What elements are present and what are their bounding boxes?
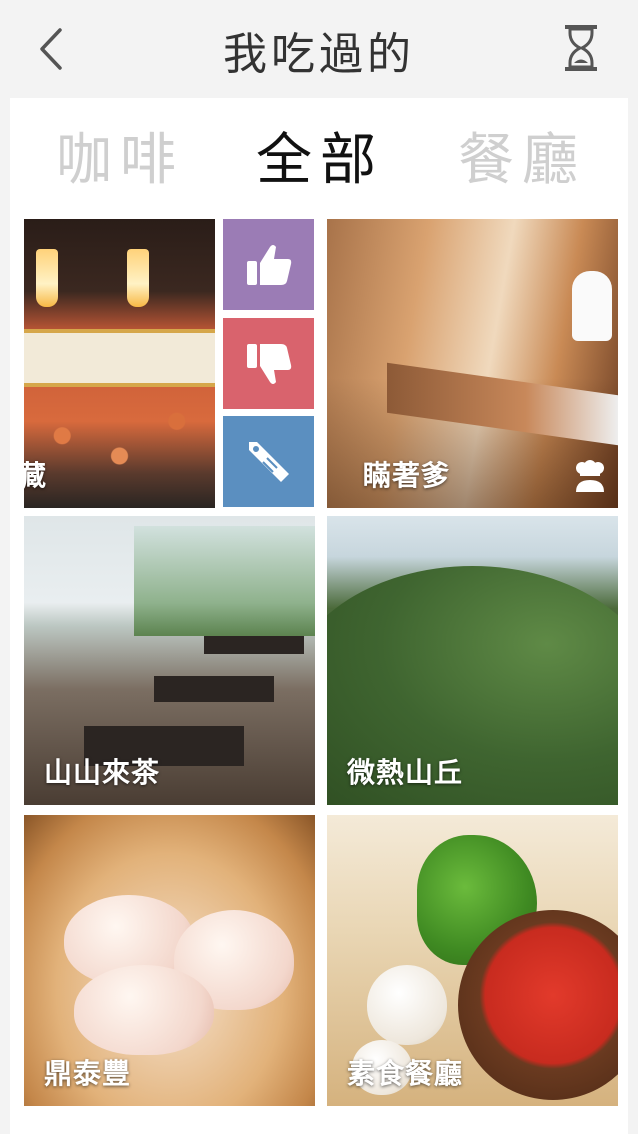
- restaurant-tile[interactable]: 瞞著爹: [327, 219, 618, 508]
- dislike-button[interactable]: [223, 318, 314, 409]
- tab-restaurant[interactable]: 餐廳: [458, 126, 586, 196]
- header-bar: 我吃過的: [0, 0, 638, 98]
- tag-icon: [248, 441, 289, 482]
- thumbs-up-icon: [246, 244, 291, 285]
- tile-label: 瞞著爹: [363, 459, 451, 492]
- restaurant-tile[interactable]: 鼎泰豐: [24, 815, 315, 1106]
- hourglass-icon: [565, 25, 597, 71]
- lamp-shape: [127, 249, 149, 307]
- restaurant-tile[interactable]: 素食餐廳: [327, 815, 618, 1106]
- tile-label: 素食餐廳: [347, 1057, 464, 1090]
- tile-label: 微熱山丘: [347, 756, 464, 789]
- restaurant-photo: [24, 219, 215, 508]
- thumbs-down-icon: [246, 343, 291, 384]
- restaurant-tile[interactable]: 藏: [24, 219, 215, 508]
- restaurant-tile[interactable]: 微熱山丘: [327, 516, 618, 805]
- window-shape: [134, 526, 315, 636]
- tile-label: 藏: [24, 459, 48, 492]
- table-shape: [154, 676, 274, 702]
- tag-button[interactable]: [223, 416, 314, 507]
- app-screen: 我吃過的 咖啡 全部 餐廳 藏 瞞著爹 山山來茶 微熱山丘 鼎泰豐 素食餐廳: [0, 0, 638, 1134]
- like-button[interactable]: [223, 219, 314, 310]
- tab-coffee[interactable]: 咖啡: [56, 126, 184, 196]
- lamp-shape: [36, 249, 58, 307]
- counter-shape: [387, 362, 618, 446]
- calligraphy-scroll: [24, 329, 215, 387]
- page-title: 我吃過的: [223, 29, 415, 80]
- restaurant-tile[interactable]: 山山來茶: [24, 516, 315, 805]
- tab-all[interactable]: 全部: [256, 126, 384, 196]
- chef-shape: [572, 271, 612, 341]
- history-button[interactable]: [556, 20, 606, 76]
- category-tabs: 咖啡 全部 餐廳: [10, 98, 628, 216]
- tile-label: 鼎泰豐: [44, 1057, 132, 1090]
- chef-badge: [572, 460, 608, 494]
- chef-icon: [576, 460, 604, 492]
- table-shape: [204, 636, 304, 654]
- tile-label: 山山來茶: [44, 756, 161, 789]
- content-card: 咖啡 全部 餐廳 藏 瞞著爹 山山來茶 微熱山丘 鼎泰豐 素食餐廳: [10, 98, 628, 1134]
- garlic-shape: [367, 965, 447, 1045]
- dumpling-shape: [74, 965, 214, 1055]
